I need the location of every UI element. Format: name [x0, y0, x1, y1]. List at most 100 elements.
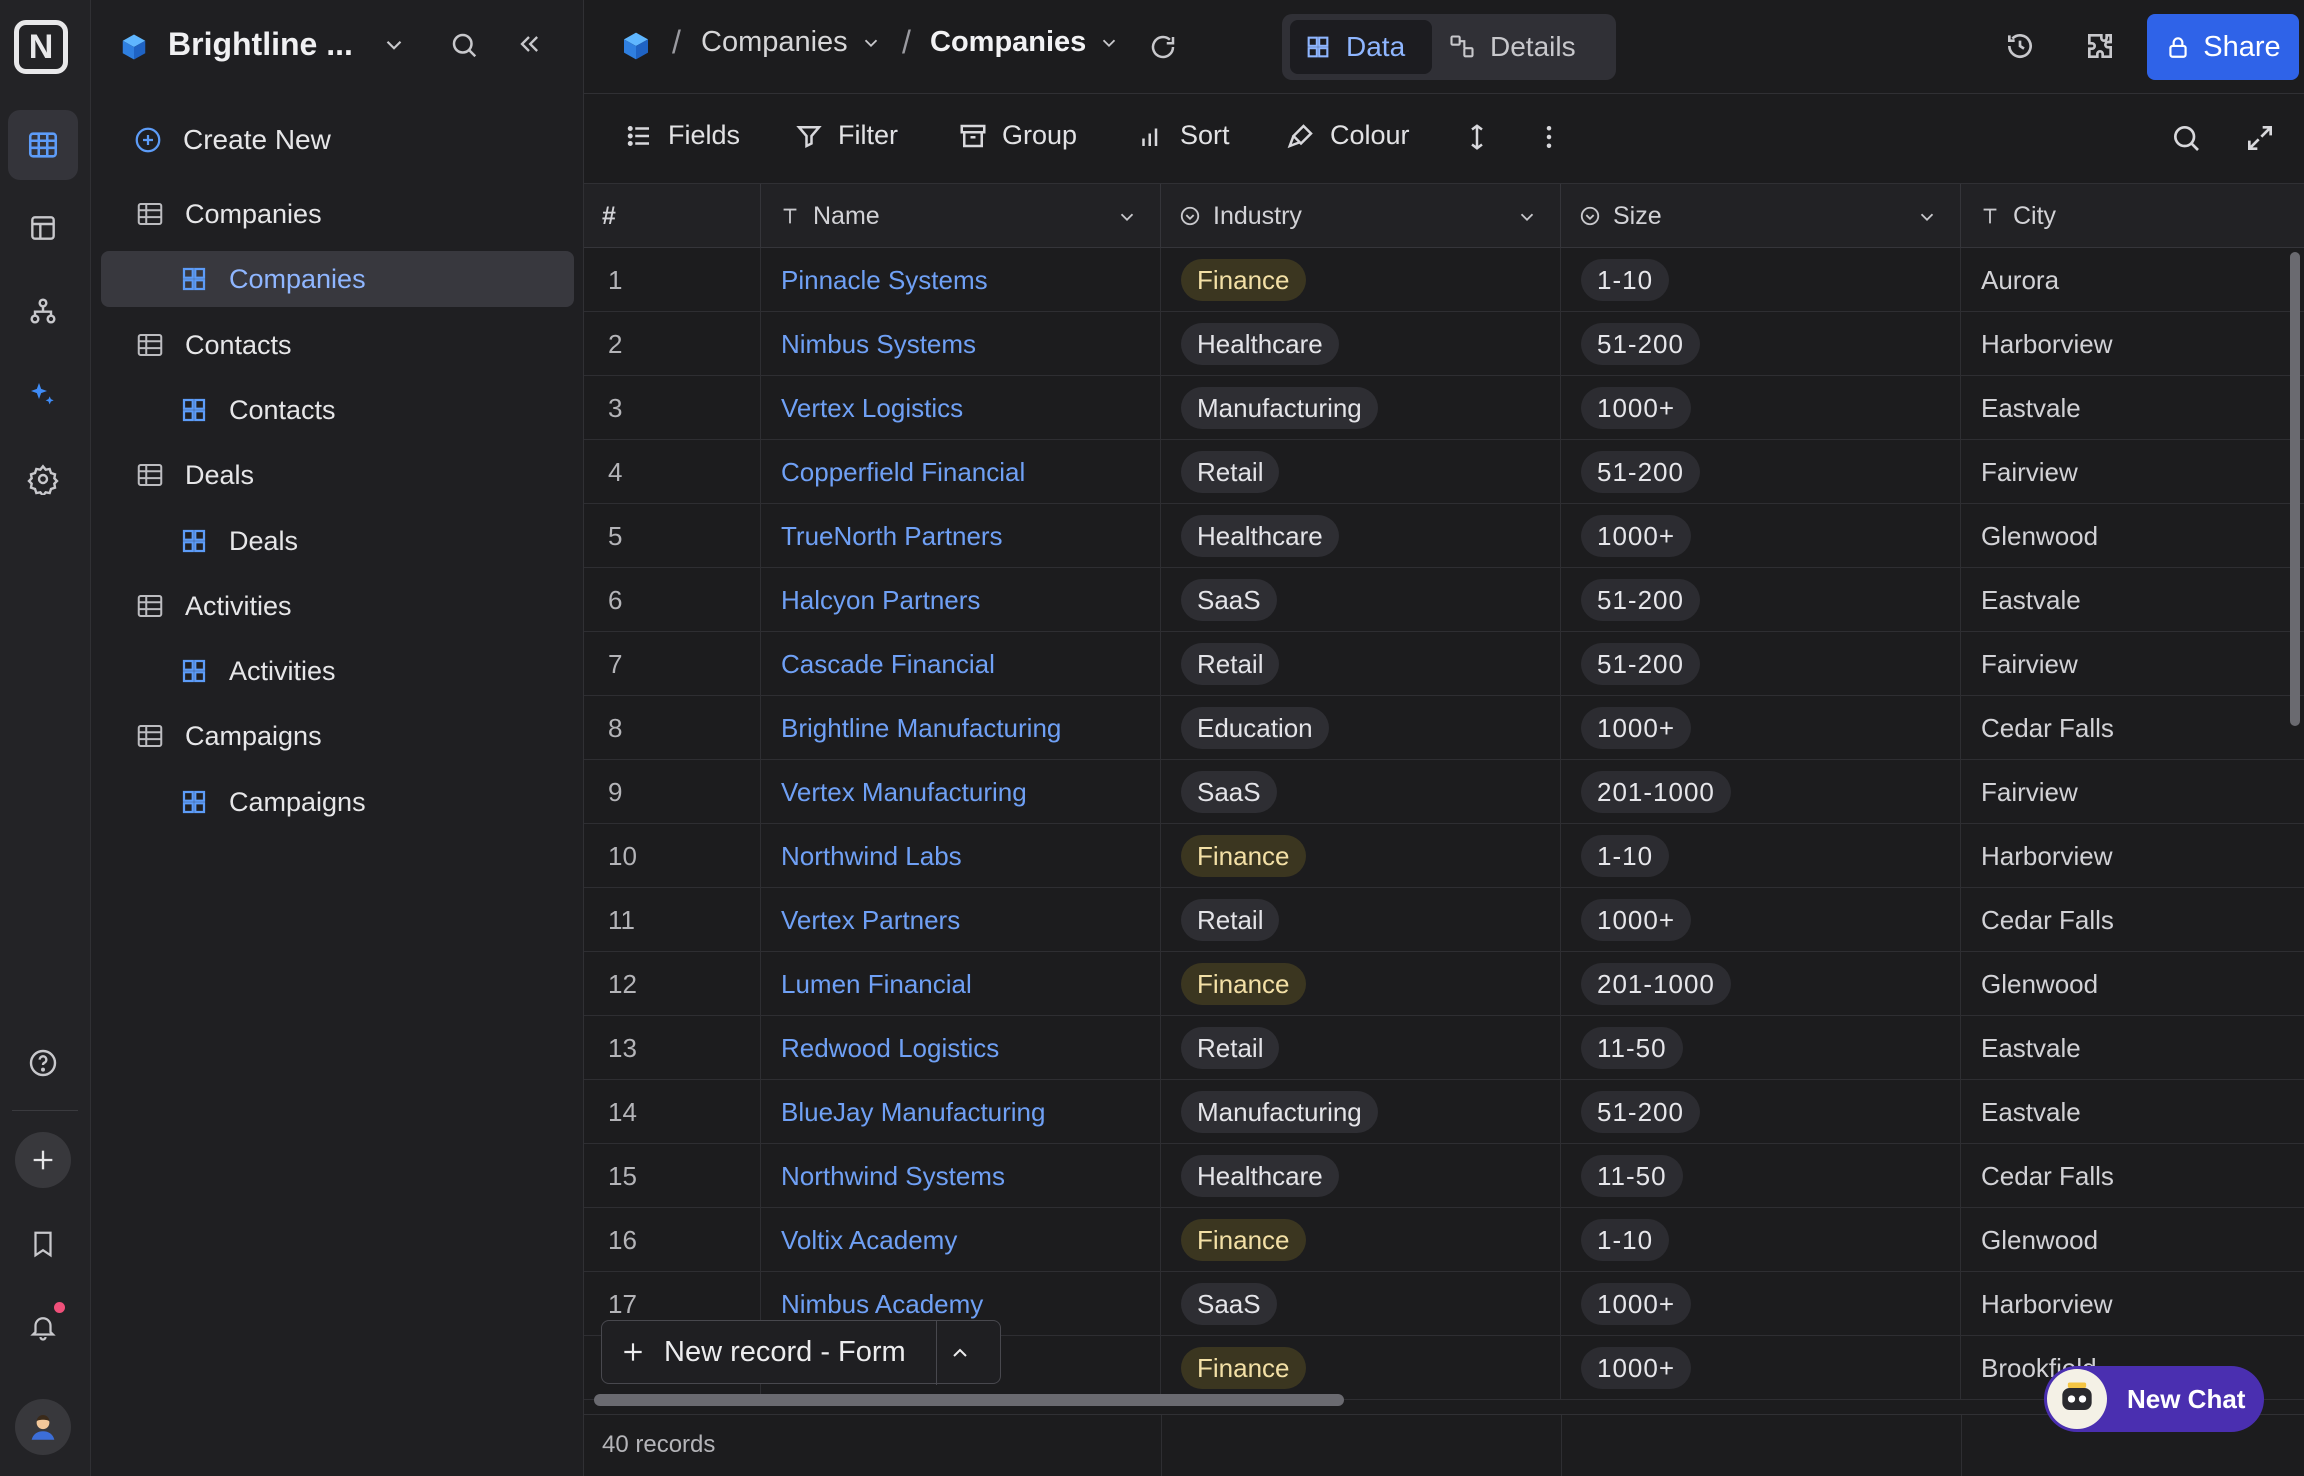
city-cell[interactable]: Harborview — [1961, 824, 2304, 888]
name-cell[interactable]: Cascade Financial — [761, 632, 1161, 696]
column-header-industry[interactable]: Industry — [1161, 184, 1561, 248]
user-avatar[interactable] — [15, 1399, 71, 1455]
industry-cell[interactable]: Finance — [1161, 1336, 1561, 1400]
colour-button[interactable]: Colour — [1286, 120, 1410, 151]
chevron-up-icon[interactable] — [948, 1341, 972, 1365]
sidebar-table-item[interactable]: Contacts — [101, 317, 574, 373]
chevron-down-icon[interactable] — [1916, 206, 1938, 228]
sidebar-table-item[interactable]: Campaigns — [101, 708, 574, 764]
city-cell[interactable]: Cedar Falls — [1961, 888, 2304, 952]
history-icon[interactable] — [2004, 30, 2036, 62]
size-cell[interactable]: 1000+ — [1561, 376, 1961, 440]
column-header-name[interactable]: Name — [761, 184, 1161, 248]
table-row[interactable]: 1 Pinnacle Systems Finance 1-10 Aurora — [584, 248, 2304, 312]
industry-cell[interactable]: Finance — [1161, 1208, 1561, 1272]
name-cell[interactable]: Redwood Logistics — [761, 1016, 1161, 1080]
name-cell[interactable]: Northwind Systems — [761, 1144, 1161, 1208]
size-cell[interactable]: 1000+ — [1561, 888, 1961, 952]
app-logo-icon[interactable]: N — [14, 20, 68, 74]
sidebar-view-item[interactable]: Activities — [101, 643, 574, 699]
city-cell[interactable]: Fairview — [1961, 760, 2304, 824]
industry-cell[interactable]: Education — [1161, 696, 1561, 760]
table-row[interactable]: 11 Vertex Partners Retail 1000+ Cedar Falls — [584, 888, 2304, 952]
city-cell[interactable]: Glenwood — [1961, 1208, 2304, 1272]
name-cell[interactable]: Nimbus Systems — [761, 312, 1161, 376]
breadcrumb-table[interactable]: Companies — [701, 26, 882, 59]
industry-cell[interactable]: Healthcare — [1161, 1144, 1561, 1208]
name-cell[interactable]: Lumen Financial — [761, 952, 1161, 1016]
city-cell[interactable]: Glenwood — [1961, 504, 2304, 568]
city-cell[interactable]: Fairview — [1961, 632, 2304, 696]
size-cell[interactable]: 201-1000 — [1561, 952, 1961, 1016]
tab-data[interactable]: Data — [1290, 20, 1432, 74]
size-cell[interactable]: 1000+ — [1561, 1272, 1961, 1336]
sidebar-table-item[interactable]: Activities — [101, 578, 574, 634]
sidebar-view-item[interactable]: Campaigns — [101, 774, 574, 830]
sidebar-table-item[interactable]: Companies — [101, 186, 574, 242]
base-cube-icon[interactable] — [620, 30, 652, 62]
industry-cell[interactable]: SaaS — [1161, 1272, 1561, 1336]
horizontal-scrollbar[interactable] — [594, 1394, 1344, 1406]
table-row[interactable]: 14 BlueJay Manufacturing Manufacturing 51-2… — [584, 1080, 2304, 1144]
rail-add-button[interactable] — [15, 1132, 71, 1188]
city-cell[interactable]: Eastvale — [1961, 376, 2304, 440]
industry-cell[interactable]: Finance — [1161, 248, 1561, 312]
city-cell[interactable]: Glenwood — [1961, 952, 2304, 1016]
search-icon[interactable] — [2170, 122, 2202, 154]
name-cell[interactable]: Pinnacle Systems — [761, 248, 1161, 312]
table-row[interactable]: 9 Vertex Manufacturing SaaS 201-1000 Fairvie… — [584, 760, 2304, 824]
size-cell[interactable]: 51-200 — [1561, 632, 1961, 696]
sort-button[interactable]: Sort — [1136, 120, 1230, 151]
name-cell[interactable]: Vertex Partners — [761, 888, 1161, 952]
name-cell[interactable]: TrueNorth Partners — [761, 504, 1161, 568]
tab-details[interactable]: Details — [1434, 20, 1610, 74]
industry-cell[interactable]: Retail — [1161, 440, 1561, 504]
industry-cell[interactable]: Healthcare — [1161, 504, 1561, 568]
size-cell[interactable]: 1000+ — [1561, 504, 1961, 568]
industry-cell[interactable]: Manufacturing — [1161, 376, 1561, 440]
size-cell[interactable]: 1000+ — [1561, 696, 1961, 760]
size-cell[interactable]: 51-200 — [1561, 440, 1961, 504]
city-cell[interactable]: Cedar Falls — [1961, 1144, 2304, 1208]
city-cell[interactable]: Eastvale — [1961, 568, 2304, 632]
size-cell[interactable]: 11-50 — [1561, 1144, 1961, 1208]
table-row[interactable]: 5 TrueNorth Partners Healthcare 1000+ Glenwo… — [584, 504, 2304, 568]
industry-cell[interactable]: SaaS — [1161, 568, 1561, 632]
industry-cell[interactable]: Retail — [1161, 632, 1561, 696]
table-row[interactable]: 3 Vertex Logistics Manufacturing 1000+ Eastv… — [584, 376, 2304, 440]
rail-layout-button[interactable] — [8, 193, 78, 263]
city-cell[interactable]: Harborview — [1961, 1272, 2304, 1336]
size-cell[interactable]: 1-10 — [1561, 248, 1961, 312]
sidebar-view-item[interactable]: Deals — [101, 513, 574, 569]
city-cell[interactable]: Eastvale — [1961, 1080, 2304, 1144]
name-cell[interactable]: Halcyon Partners — [761, 568, 1161, 632]
size-cell[interactable]: 1000+ — [1561, 1336, 1961, 1400]
chevron-down-icon[interactable] — [1116, 206, 1138, 228]
column-header-city[interactable]: City — [1961, 184, 2304, 248]
more-options-icon[interactable] — [1534, 122, 1564, 152]
vertical-scrollbar[interactable] — [2290, 252, 2300, 726]
city-cell[interactable]: Fairview — [1961, 440, 2304, 504]
name-cell[interactable]: Voltix Academy — [761, 1208, 1161, 1272]
city-cell[interactable]: Cedar Falls — [1961, 696, 2304, 760]
name-cell[interactable]: Copperfield Financial — [761, 440, 1161, 504]
size-cell[interactable]: 51-200 — [1561, 1080, 1961, 1144]
row-height-icon[interactable] — [1462, 122, 1492, 152]
chevron-down-icon[interactable] — [381, 32, 407, 58]
table-row[interactable]: 4 Copperfield Financial Retail 51-200 Fairvi… — [584, 440, 2304, 504]
size-cell[interactable]: 51-200 — [1561, 312, 1961, 376]
puzzle-icon[interactable] — [2084, 30, 2116, 62]
fields-button[interactable]: Fields — [624, 120, 740, 151]
city-cell[interactable]: Harborview — [1961, 312, 2304, 376]
group-button[interactable]: Group — [958, 120, 1077, 151]
table-row[interactable]: 15 Northwind Systems Healthcare 11-50 Cedar … — [584, 1144, 2304, 1208]
rail-settings-button[interactable] — [8, 444, 78, 514]
industry-cell[interactable]: SaaS — [1161, 760, 1561, 824]
chevron-down-icon[interactable] — [1516, 206, 1538, 228]
size-cell[interactable]: 1-10 — [1561, 824, 1961, 888]
size-cell[interactable]: 1-10 — [1561, 1208, 1961, 1272]
industry-cell[interactable]: Finance — [1161, 824, 1561, 888]
industry-cell[interactable]: Manufacturing — [1161, 1080, 1561, 1144]
rail-tables-button[interactable] — [8, 110, 78, 180]
share-button[interactable]: Share — [2147, 14, 2299, 80]
